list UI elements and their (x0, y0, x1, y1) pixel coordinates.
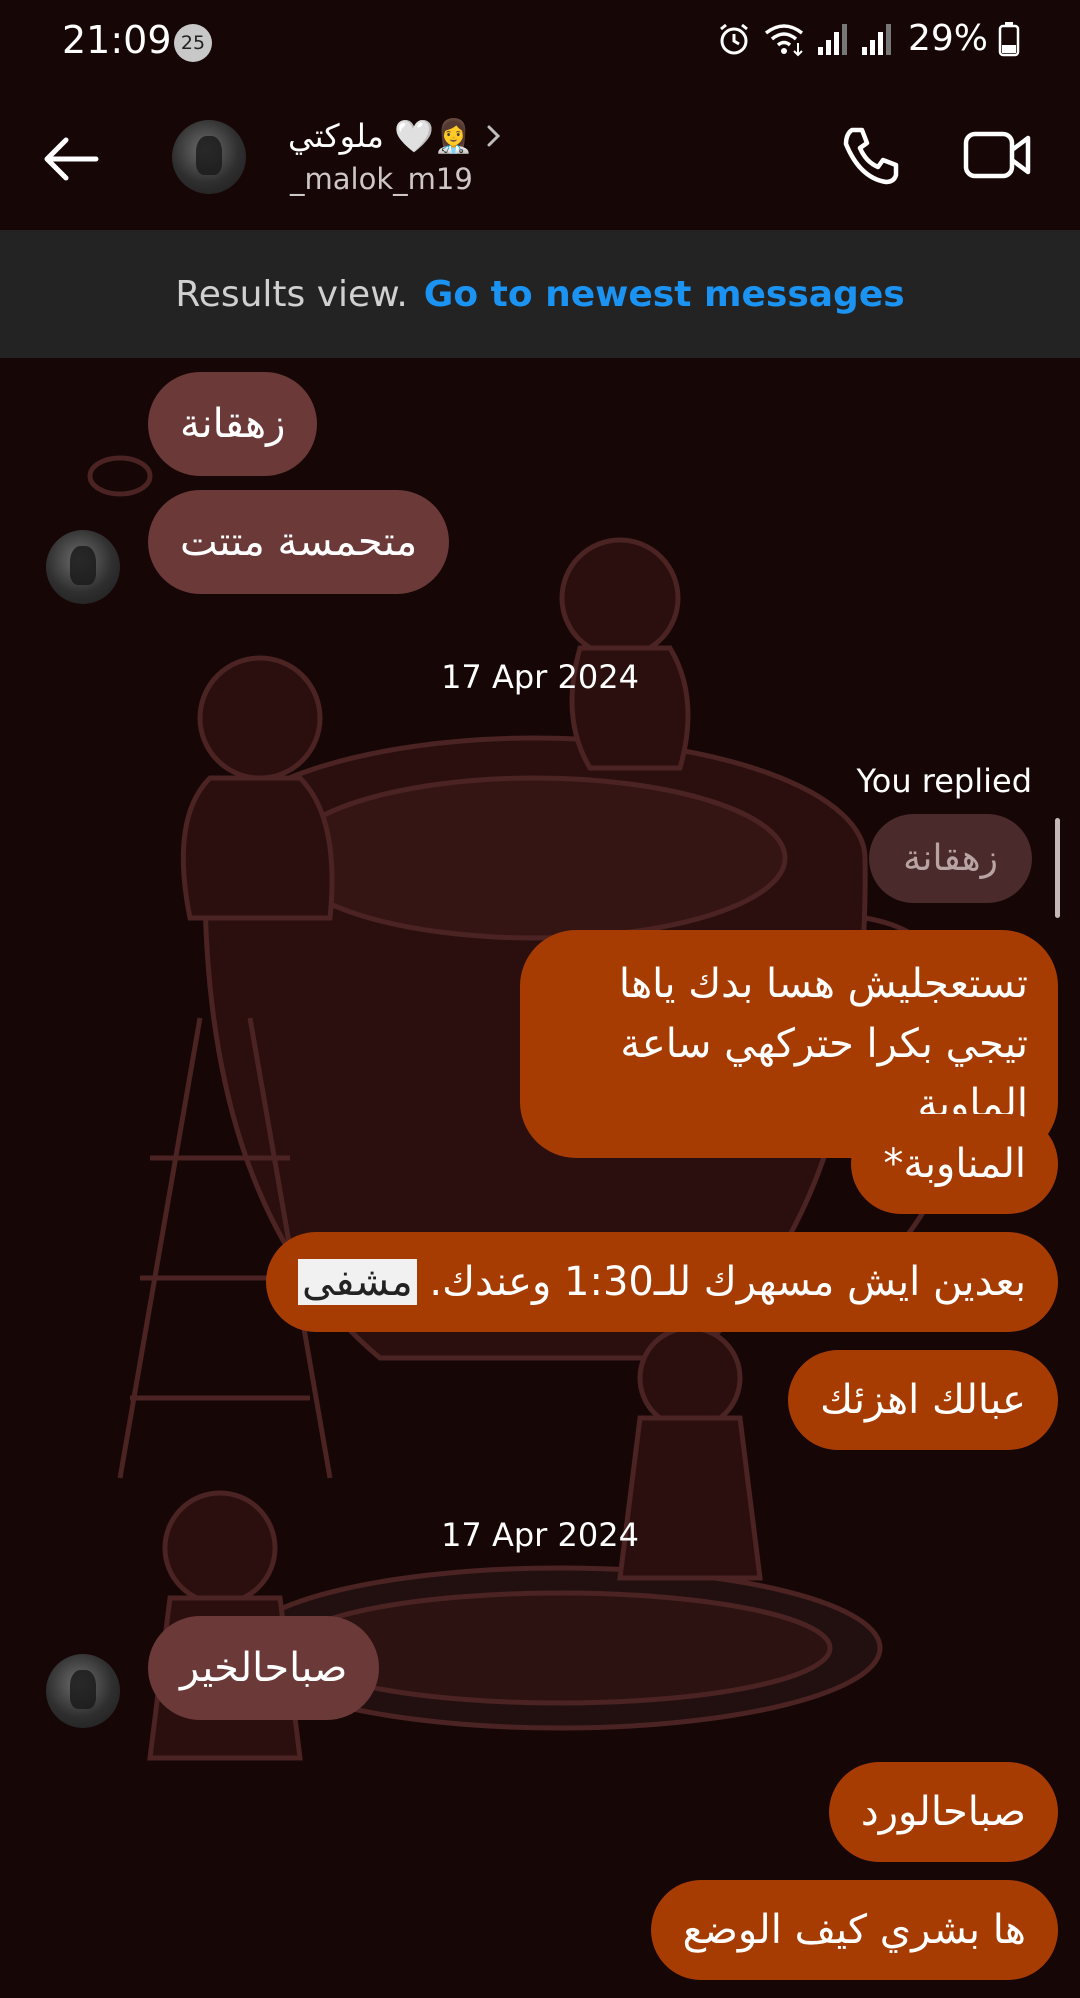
message-list[interactable]: زهقانة متحمسة متتت 17 Apr 2024 You repli… (0, 358, 1080, 1998)
message-text: صباحالورد (860, 1789, 1026, 1835)
go-to-newest-link[interactable]: Go to newest messages (424, 274, 905, 315)
battery-percent: 29% (907, 18, 988, 59)
search-highlight: مشفى (297, 1259, 417, 1305)
message-text: ها بشري كيف الوضع (682, 1907, 1026, 1953)
reply-quote[interactable]: زهقانة (869, 814, 1032, 903)
contact-name-row[interactable]: ملوكتي 🤍👩‍⚕️ (288, 112, 504, 160)
outgoing-message[interactable]: المناوبة* (851, 1114, 1058, 1214)
date-separator: 17 Apr 2024 (441, 1516, 639, 1554)
message-text: صباحالخير (180, 1645, 348, 1691)
alarm-icon (720, 23, 748, 54)
message-text: عبالك اهزئك (820, 1377, 1026, 1423)
incoming-message[interactable]: صباحالخير (148, 1616, 380, 1720)
sender-avatar[interactable] (46, 530, 120, 604)
reply-indicator-bar (1055, 818, 1060, 918)
phone-icon[interactable] (838, 122, 904, 188)
you-replied-label: You replied (856, 762, 1032, 800)
wifi-icon (764, 23, 804, 56)
message-text: بعدين ايش مسهرك للـ1:30 وعندك. (416, 1259, 1026, 1305)
chevron-right-icon (487, 125, 500, 147)
sender-avatar[interactable] (46, 1654, 120, 1728)
back-arrow-icon[interactable] (38, 126, 104, 192)
signal-icon (817, 23, 847, 55)
outgoing-message[interactable]: بعدين ايش مسهرك للـ1:30 وعندك. مشفى (265, 1232, 1058, 1332)
contact-username: _malok_m19 (290, 162, 473, 196)
message-text: متحمسة متتت (180, 519, 418, 565)
signal-icon-2 (861, 23, 891, 55)
chat-screen: 21:09 25 (0, 0, 1080, 1998)
incoming-message[interactable]: متحمسة متتت (148, 490, 450, 594)
results-view-banner: Results view. Go to newest messages (0, 230, 1080, 358)
message-text: المناوبة* (883, 1141, 1026, 1187)
battery-icon (998, 21, 1020, 56)
results-view-label: Results view. (175, 273, 408, 315)
contact-avatar[interactable] (172, 120, 246, 194)
date-separator: 17 Apr 2024 (441, 658, 639, 696)
message-text: تستعجليش هسا بدك ياها تيجي بكرا حتركهي س… (618, 961, 1028, 1127)
status-icons: 29% (716, 18, 1020, 59)
notification-count-badge: 25 (174, 24, 212, 62)
quoted-text: زهقانة (903, 838, 998, 879)
status-bar: 21:09 25 29% (0, 0, 1080, 82)
outgoing-message[interactable]: صباحالورد (828, 1762, 1058, 1862)
status-time: 21:09 (62, 18, 172, 62)
chat-header: ملوكتي 🤍👩‍⚕️ _malok_m19 (0, 82, 1080, 230)
video-camera-icon[interactable] (962, 122, 1034, 188)
incoming-message[interactable]: زهقانة (148, 372, 318, 476)
message-text: زهقانة (180, 401, 286, 447)
outgoing-message[interactable]: ها بشري كيف الوضع (650, 1880, 1058, 1980)
contact-name: ملوكتي 🤍👩‍⚕️ (288, 117, 474, 155)
outgoing-message[interactable]: عبالك اهزئك (788, 1350, 1058, 1450)
